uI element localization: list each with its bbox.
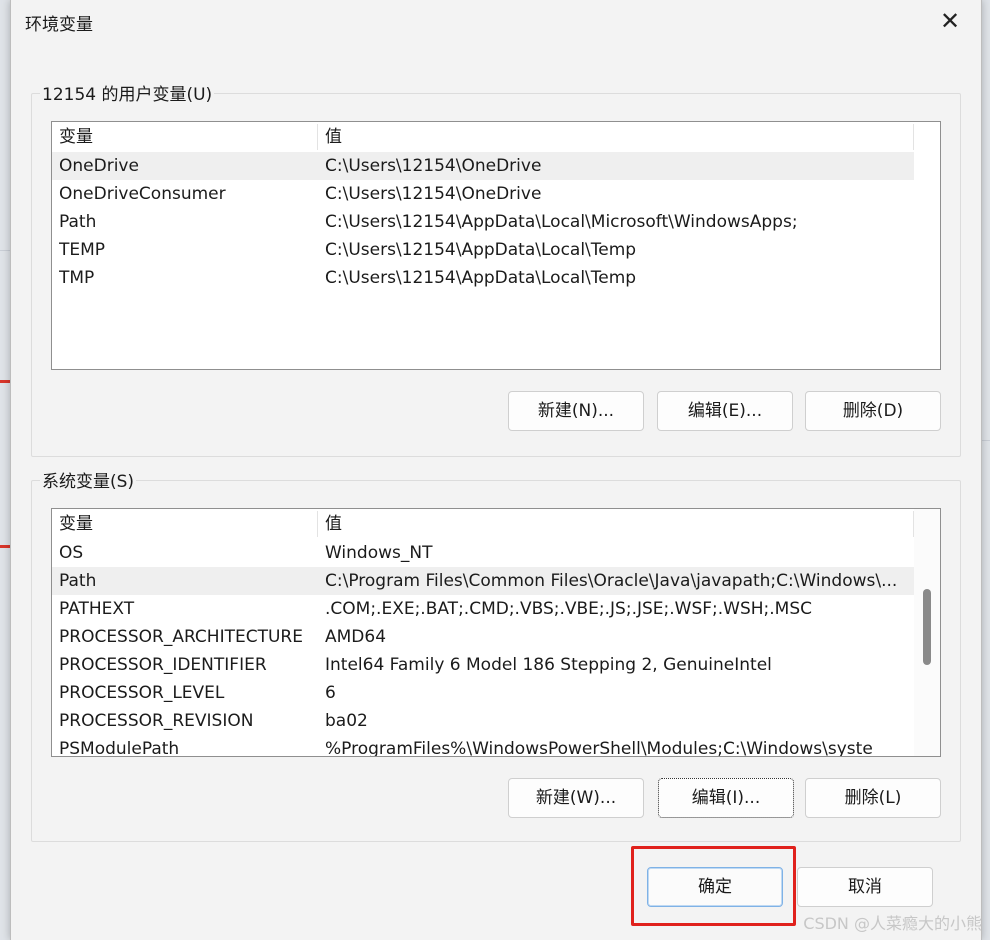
window-title: 环境变量 xyxy=(25,15,93,35)
list-item[interactable]: PSModulePath %ProgramFiles%\WindowsPower… xyxy=(52,735,940,757)
column-divider xyxy=(913,124,914,150)
variable-name: OneDrive xyxy=(59,156,139,176)
list-item[interactable]: OneDrive C:\Users\12154\OneDrive xyxy=(52,152,914,180)
vertical-scrollbar[interactable] xyxy=(914,509,940,756)
user-variables-label: 12154 的用户变量(U) xyxy=(40,80,215,105)
column-header-value[interactable]: 值 xyxy=(325,122,913,152)
user-edit-button[interactable]: 编辑(E)... xyxy=(657,391,793,431)
system-variables-group: 系统变量(S) 变量 值 OS Windows_NT Path C:\Progr… xyxy=(31,467,961,842)
background-red-mark xyxy=(0,380,10,383)
title-bar: 环境变量 ✕ xyxy=(11,0,981,44)
variable-value: C:\Users\12154\OneDrive xyxy=(325,184,542,204)
system-variables-list[interactable]: 变量 值 OS Windows_NT Path C:\Program Files… xyxy=(51,508,941,757)
column-header-variable[interactable]: 变量 xyxy=(59,122,314,152)
variable-name: PATHEXT xyxy=(59,599,135,619)
column-header-value[interactable]: 值 xyxy=(325,509,913,539)
variable-name: TMP xyxy=(59,268,95,288)
user-variables-list[interactable]: 变量 值 OneDrive C:\Users\12154\OneDrive On… xyxy=(51,121,941,370)
annotation-highlight-box xyxy=(631,846,796,926)
system-variables-label: 系统变量(S) xyxy=(40,467,137,492)
variable-value: ba02 xyxy=(325,711,368,731)
background-line xyxy=(0,250,10,251)
variable-name: PSModulePath xyxy=(59,739,180,757)
system-new-button[interactable]: 新建(W)... xyxy=(508,778,644,818)
close-icon[interactable]: ✕ xyxy=(935,6,965,36)
list-item[interactable]: PATHEXT .COM;.EXE;.BAT;.CMD;.VBS;.VBE;.J… xyxy=(52,595,940,623)
variable-value: .COM;.EXE;.BAT;.CMD;.VBS;.VBE;.JS;.JSE;.… xyxy=(325,599,813,619)
watermark: CSDN @人菜瘾大的小熊 xyxy=(803,914,982,933)
variable-value: AMD64 xyxy=(325,627,387,647)
variable-value: C:\Users\12154\AppData\Local\Temp xyxy=(325,240,637,260)
list-item[interactable]: OneDriveConsumer C:\Users\12154\OneDrive xyxy=(52,180,940,208)
variable-value: C:\Users\12154\AppData\Local\Temp xyxy=(325,268,637,288)
variable-value: C:\Program Files\Common Files\Oracle\Jav… xyxy=(325,571,898,591)
list-item[interactable]: OS Windows_NT xyxy=(52,539,940,567)
user-new-button[interactable]: 新建(N)... xyxy=(508,391,644,431)
list-header: 变量 值 xyxy=(52,509,940,539)
system-delete-button[interactable]: 删除(L) xyxy=(805,778,941,818)
variable-value: Intel64 Family 6 Model 186 Stepping 2, G… xyxy=(325,655,772,675)
list-header: 变量 值 xyxy=(52,122,940,152)
system-edit-button[interactable]: 编辑(I)... xyxy=(658,778,794,818)
user-delete-button[interactable]: 删除(D) xyxy=(805,391,941,431)
list-item[interactable]: PROCESSOR_IDENTIFIER Intel64 Family 6 Mo… xyxy=(52,651,940,679)
variable-value: C:\Users\12154\AppData\Local\Microsoft\W… xyxy=(325,212,798,232)
list-item[interactable]: Path C:\Program Files\Common Files\Oracl… xyxy=(52,567,914,595)
variable-value: %ProgramFiles%\WindowsPowerShell\Modules… xyxy=(325,739,873,757)
variable-name: PROCESSOR_REVISION xyxy=(59,711,254,731)
scrollbar-thumb[interactable] xyxy=(923,589,931,665)
variable-value: C:\Users\12154\OneDrive xyxy=(325,156,542,176)
column-header-variable[interactable]: 变量 xyxy=(59,509,314,539)
variable-name: PROCESSOR_ARCHITECTURE xyxy=(59,627,303,647)
variable-name: PROCESSOR_LEVEL xyxy=(59,683,225,703)
variable-value: Windows_NT xyxy=(325,543,433,563)
variable-name: PROCESSOR_IDENTIFIER xyxy=(59,655,267,675)
user-variables-group: 12154 的用户变量(U) 变量 值 OneDrive C:\Users\12… xyxy=(31,80,961,457)
list-item[interactable]: TEMP C:\Users\12154\AppData\Local\Temp xyxy=(52,236,940,264)
variable-name: OneDriveConsumer xyxy=(59,184,226,204)
list-item[interactable]: PROCESSOR_REVISION ba02 xyxy=(52,707,940,735)
list-item[interactable]: PROCESSOR_LEVEL 6 xyxy=(52,679,940,707)
column-divider[interactable] xyxy=(317,511,318,537)
variable-name: Path xyxy=(59,212,97,232)
variable-value: 6 xyxy=(325,683,336,703)
variable-name: OS xyxy=(59,543,84,563)
environment-variables-dialog: 环境变量 ✕ 12154 的用户变量(U) 变量 值 OneDrive C:\U… xyxy=(10,0,982,940)
list-item[interactable]: Path C:\Users\12154\AppData\Local\Micros… xyxy=(52,208,940,236)
variable-name: Path xyxy=(59,571,97,591)
variable-name: TEMP xyxy=(59,240,106,260)
background-red-mark xyxy=(0,545,10,548)
cancel-button[interactable]: 取消 xyxy=(797,867,933,907)
column-divider[interactable] xyxy=(317,124,318,150)
list-item[interactable]: PROCESSOR_ARCHITECTURE AMD64 xyxy=(52,623,940,651)
list-item[interactable]: TMP C:\Users\12154\AppData\Local\Temp xyxy=(52,264,940,292)
